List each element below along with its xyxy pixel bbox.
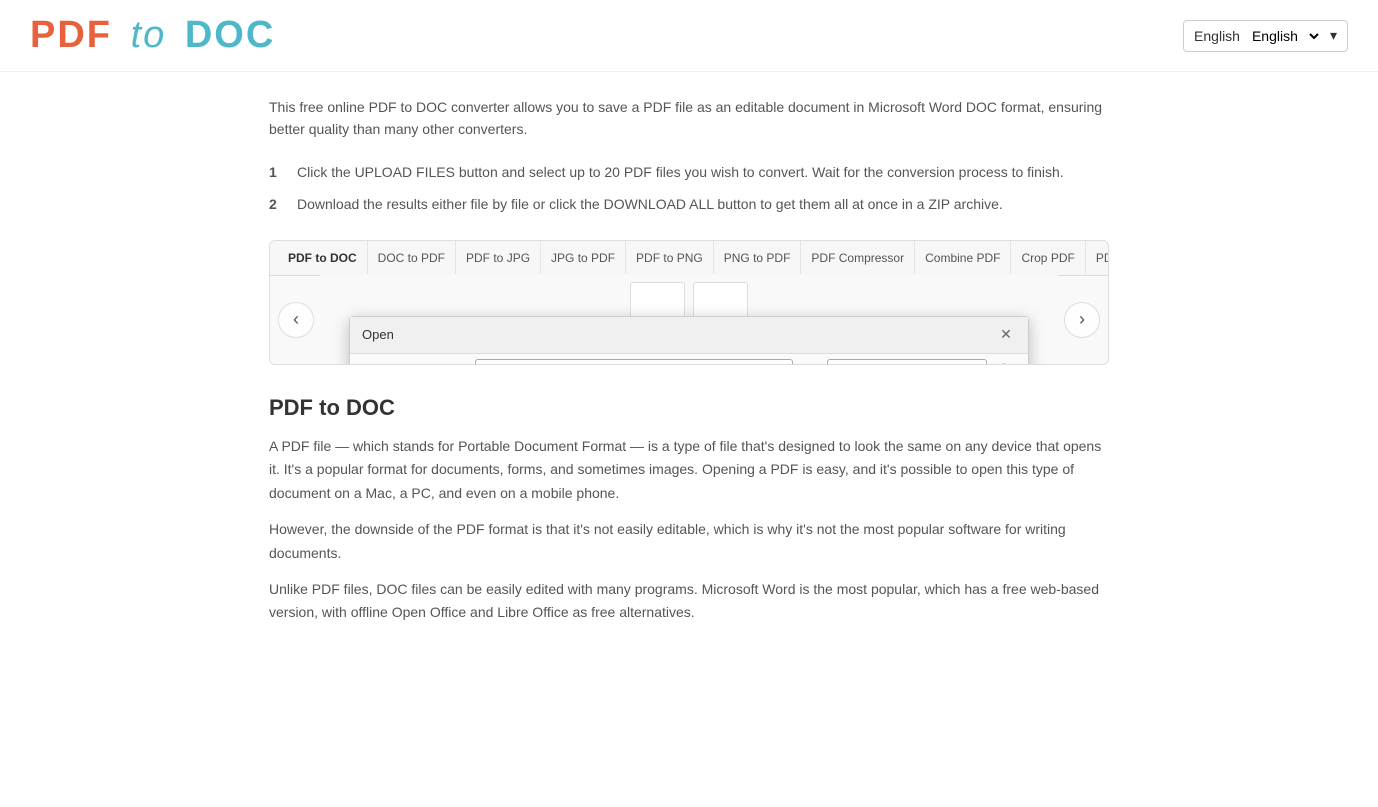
section-title: PDF to DOC <box>269 395 1109 421</box>
logo-doc: DOC <box>185 14 275 56</box>
file-dialog: Open ✕ ← → ↑ 📁 This PC › New Volume (E:) <box>349 316 1029 365</box>
step-2-text: Download the results either file by file… <box>297 193 1003 215</box>
breadcrumb-new-volume[interactable]: New Volume (E:) <box>539 363 629 365</box>
section-para-2: However, the downside of the PDF format … <box>269 518 1109 566</box>
breadcrumb-bar: This PC › New Volume (E:) ▾ <box>475 359 793 365</box>
breadcrumb-dropdown-icon[interactable]: ▾ <box>778 363 784 365</box>
upload-area: ‹ UPLOAD FILES CLEA <box>270 276 1108 364</box>
tool-nav-crop-pdf[interactable]: Crop PDF <box>1011 241 1085 275</box>
dialog-close-button[interactable]: ✕ <box>996 325 1016 345</box>
step-2-number: 2 <box>269 193 285 215</box>
steps-list: 1 Click the UPLOAD FILES button and sele… <box>269 161 1109 216</box>
step-1: 1 Click the UPLOAD FILES button and sele… <box>269 161 1109 183</box>
section-below: PDF to DOC A PDF file — which stands for… <box>269 395 1109 626</box>
tool-nav-pdf-to-jpg[interactable]: PDF to JPG <box>456 241 541 275</box>
header: PDF to DOC English English Español Franç… <box>0 0 1378 72</box>
logo-to: to <box>131 14 179 56</box>
language-selector[interactable]: English English Español Français Deutsch… <box>1183 20 1348 52</box>
dialog-toolbar: ← → ↑ 📁 This PC › New Volume (E:) ▾ ↻ 🔍 <box>350 354 1028 365</box>
file-icon: 📁 <box>442 360 469 365</box>
tool-nav: PDF to DOC DOC to PDF PDF to JPG JPG to … <box>270 241 1108 276</box>
tool-nav-pdf-to-doc[interactable]: PDF to DOC <box>278 241 368 275</box>
back-button[interactable]: ← <box>358 360 382 365</box>
breadcrumb-sep-1: › <box>531 363 535 365</box>
breadcrumb-this-pc[interactable]: This PC <box>484 363 527 365</box>
step-2: 2 Download the results either file by fi… <box>269 193 1109 215</box>
file-dialog-overlay: Open ✕ ← → ↑ 📁 This PC › New Volume (E:) <box>280 316 1098 364</box>
forward-button[interactable]: → <box>388 360 412 365</box>
main-content: This free online PDF to DOC converter al… <box>239 72 1139 661</box>
language-label: English <box>1194 28 1240 44</box>
section-para-3: Unlike PDF files, DOC files can be easil… <box>269 578 1109 626</box>
chevron-down-icon: ▾ <box>1330 27 1337 44</box>
dialog-titlebar: Open ✕ <box>350 317 1028 354</box>
converter-box: PDF to DOC DOC to PDF PDF to JPG JPG to … <box>269 240 1109 365</box>
tool-nav-pdf-king[interactable]: PDF KiNew <box>1086 241 1108 275</box>
logo-pdf: PDF <box>30 14 112 56</box>
step-1-text: Click the UPLOAD FILES button and select… <box>297 161 1064 183</box>
tool-nav-combine-pdf[interactable]: Combine PDF <box>915 241 1011 275</box>
carousel-prev-button[interactable]: ‹ <box>278 302 314 338</box>
search-input[interactable] <box>827 359 987 365</box>
language-dropdown[interactable]: English Español Français Deutsch <box>1248 27 1322 45</box>
carousel-next-button[interactable]: › <box>1064 302 1100 338</box>
tool-nav-pdf-to-png[interactable]: PDF to PNG <box>626 241 714 275</box>
intro-paragraph: This free online PDF to DOC converter al… <box>269 96 1109 141</box>
tool-nav-jpg-to-pdf[interactable]: JPG to PDF <box>541 241 626 275</box>
refresh-button[interactable]: ↻ <box>799 360 821 365</box>
dialog-title: Open <box>362 327 394 342</box>
tool-nav-doc-to-pdf[interactable]: DOC to PDF <box>368 241 456 275</box>
logo: PDF to DOC <box>30 14 275 57</box>
up-button[interactable]: ↑ <box>418 360 436 365</box>
tool-nav-png-to-pdf[interactable]: PNG to PDF <box>714 241 802 275</box>
search-icon[interactable]: 🔍 <box>993 360 1020 365</box>
tool-nav-pdf-compressor[interactable]: PDF Compressor <box>801 241 915 275</box>
step-1-number: 1 <box>269 161 285 183</box>
section-para-1: A PDF file — which stands for Portable D… <box>269 435 1109 506</box>
